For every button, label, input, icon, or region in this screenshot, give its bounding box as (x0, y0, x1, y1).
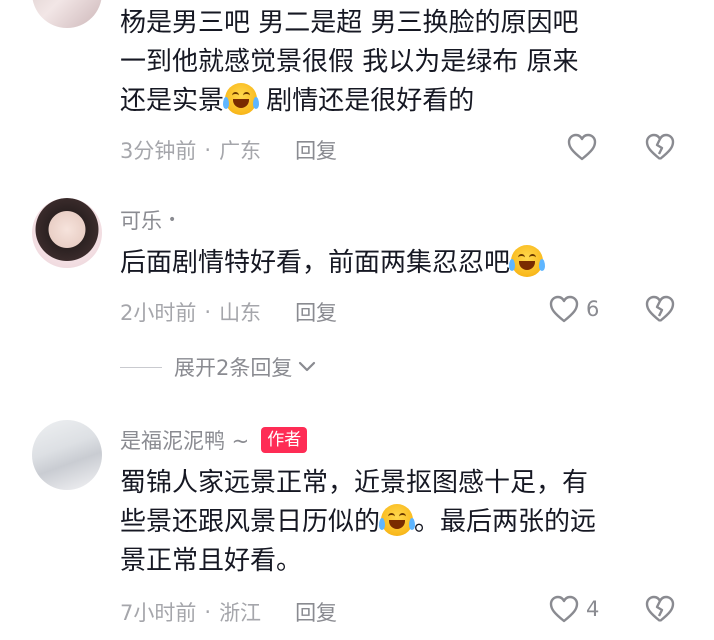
heart-outline-icon (549, 295, 579, 323)
dislike-button[interactable] (644, 294, 676, 328)
comment-meta: 2小时前 · 山东 回复 (120, 297, 337, 327)
online-dot: • (168, 212, 177, 228)
timestamp: 7小时前 (120, 601, 197, 625)
dislike-button[interactable] (644, 594, 676, 628)
like-count: 4 (586, 597, 600, 621)
laughing-crying-emoji-icon (379, 504, 416, 536)
expand-replies-button[interactable]: 展开2条回复 (120, 352, 316, 382)
comment-text: 后面剧情特好看，前面两集忍忍吧 (120, 244, 680, 283)
dislike-button[interactable] (644, 132, 676, 166)
author-badge: 作者 (261, 427, 308, 453)
divider (120, 366, 162, 368)
laughing-crying-emoji-icon (223, 83, 260, 115)
like-button[interactable] (566, 132, 598, 162)
reply-button[interactable]: 回复 (295, 597, 337, 627)
broken-heart-icon (645, 595, 675, 622)
comment-text: 杨是男三吧 男二是超 男三换脸的原因吧 一到他就感觉景很假 我以为是绿布 原来 … (120, 8, 579, 116)
comment-author: 是福泥泥鸭 ~ 作者 (120, 425, 308, 455)
location: 浙江 (219, 601, 262, 625)
broken-heart-icon (645, 133, 675, 160)
author-name[interactable]: 可乐 (120, 205, 162, 235)
laughing-crying-emoji-icon (509, 245, 546, 277)
chevron-down-icon (299, 361, 316, 372)
comment-text: 蜀锦人家远景正常，近景抠图感十足，有 些景还跟风景日历似的 。最后两张的远 景正常… (120, 468, 597, 576)
broken-heart-icon (645, 295, 675, 322)
like-count: 6 (586, 297, 600, 321)
comment-author: 可乐 • (120, 205, 176, 235)
author-name[interactable]: 是福泥泥鸭 ~ (120, 425, 249, 455)
location: 山东 (219, 301, 262, 325)
timestamp: 2小时前 (120, 301, 197, 325)
avatar[interactable] (32, 420, 102, 490)
location: 广东 (219, 139, 262, 163)
comment-meta: 7小时前 · 浙江 回复 (120, 597, 337, 627)
avatar[interactable] (32, 0, 102, 28)
reply-button[interactable]: 回复 (295, 135, 337, 165)
timestamp: 3分钟前 (120, 139, 197, 163)
comment-meta: 3分钟前 · 广东 回复 (120, 135, 337, 165)
heart-outline-icon (567, 133, 597, 161)
like-button[interactable]: 6 (548, 294, 599, 324)
heart-outline-icon (549, 595, 579, 623)
like-button[interactable]: 4 (548, 594, 599, 624)
reply-button[interactable]: 回复 (295, 297, 337, 327)
expand-replies-label: 展开2条回复 (174, 356, 293, 380)
avatar[interactable] (32, 198, 102, 268)
